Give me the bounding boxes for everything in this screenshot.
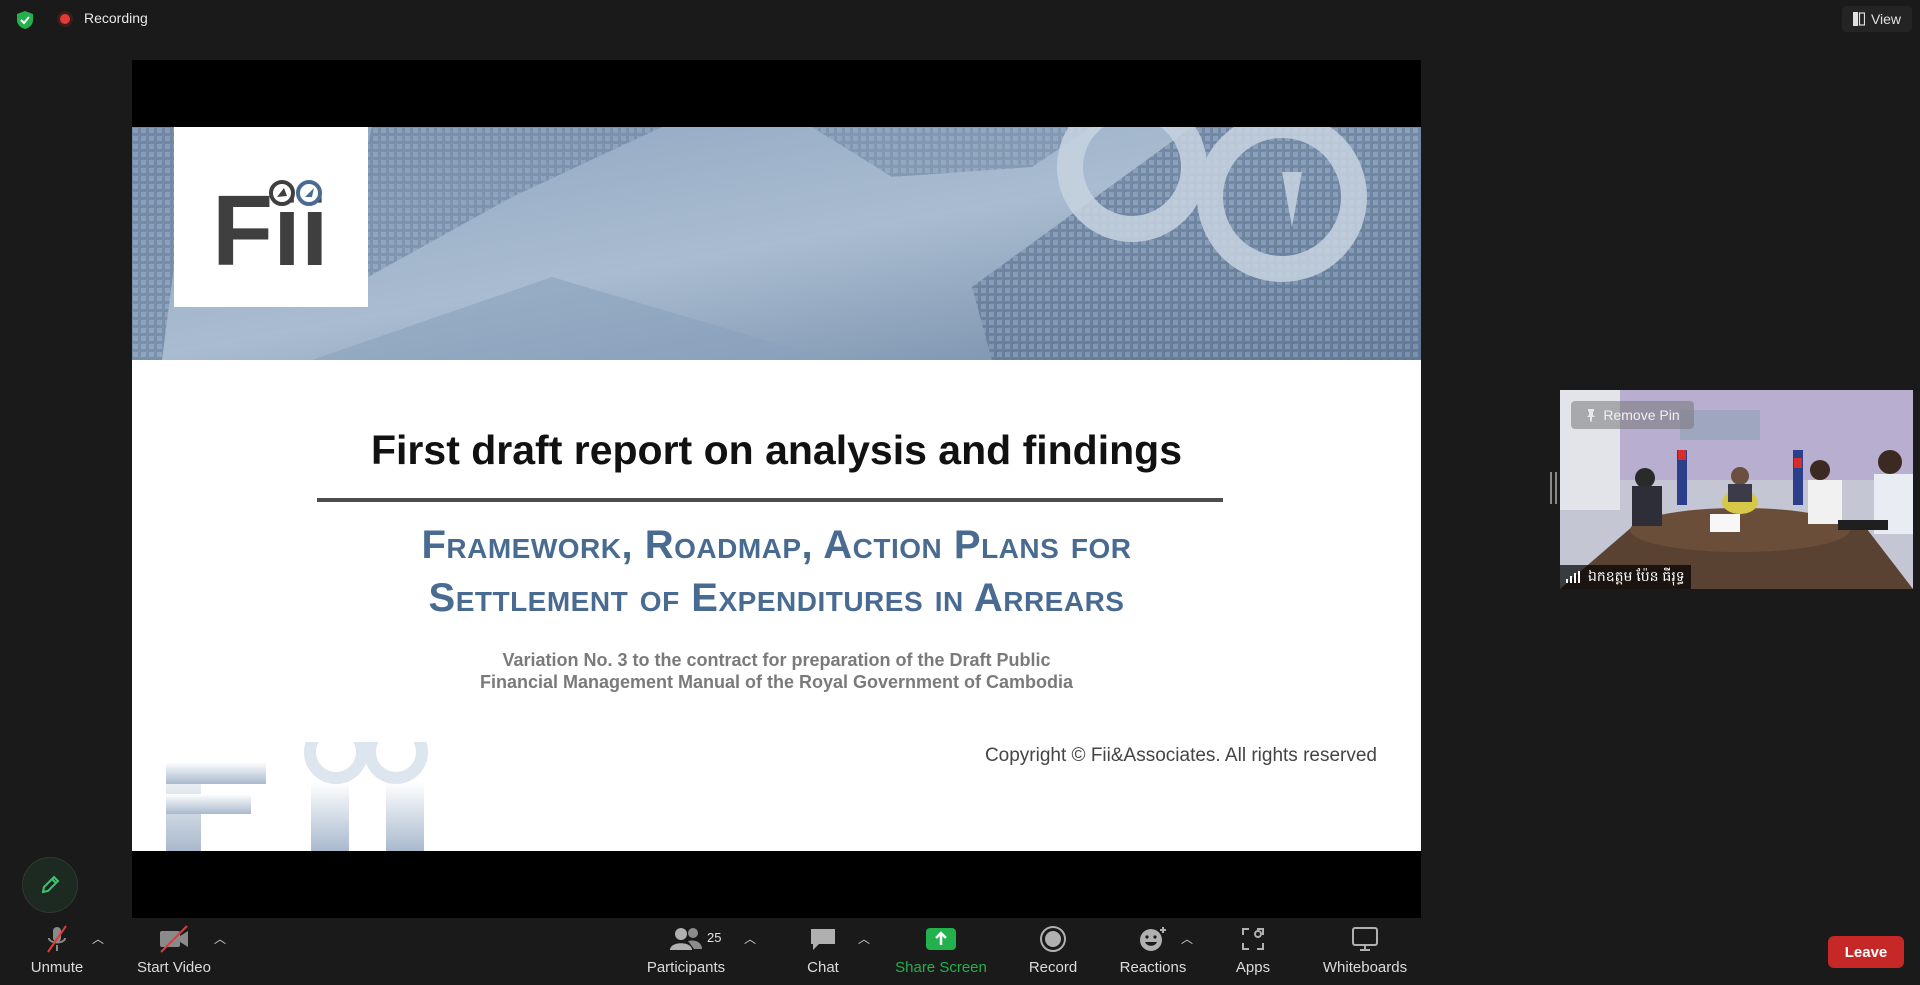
presentation-slide: Fii First draft report on analysis and f… xyxy=(132,127,1421,851)
recording-icon[interactable] xyxy=(56,10,74,28)
start-video-label: Start Video xyxy=(137,959,211,976)
pencil-icon xyxy=(41,875,60,894)
participants-options-chevron[interactable]: ︿ xyxy=(744,930,756,947)
slide-subtitle-line1: Framework, Roadmap, Action Plans for xyxy=(421,523,1132,567)
participants-label: Participants xyxy=(646,959,726,976)
title-divider xyxy=(317,498,1223,502)
share-screen-icon xyxy=(926,928,956,950)
slide-subtitle-line2: Settlement of Expenditures in Arrears xyxy=(428,576,1125,620)
signal-strength-icon xyxy=(1566,571,1580,583)
whiteboards-button[interactable]: Whiteboards xyxy=(1318,922,1412,984)
annotate-pencil-button[interactable] xyxy=(22,857,78,913)
apps-icon xyxy=(1242,928,1264,950)
record-icon xyxy=(1040,926,1066,952)
security-shield-icon[interactable] xyxy=(14,9,36,31)
reactions-smiley-icon xyxy=(1140,927,1166,951)
view-label: View xyxy=(1870,11,1902,27)
slide-copyright: Copyright © Fii&Associates. All rights r… xyxy=(984,745,1377,766)
fii-logo: Fii xyxy=(174,127,368,307)
record-label: Record xyxy=(1028,959,1078,976)
view-button[interactable]: View xyxy=(1842,6,1912,32)
participants-icon xyxy=(670,928,702,950)
apps-label: Apps xyxy=(1235,959,1271,976)
microphone-muted-icon xyxy=(47,925,67,953)
participant-name: ឯកឧត្តម ប៉ែន ធីរុទ្ធ xyxy=(1588,567,1685,584)
remove-pin-button[interactable]: Remove Pin xyxy=(1571,401,1694,429)
whiteboard-icon xyxy=(1352,927,1378,951)
share-screen-button[interactable]: Share Screen xyxy=(890,922,992,984)
share-screen-label: Share Screen xyxy=(895,959,987,976)
record-button[interactable]: Record xyxy=(1022,922,1084,984)
pin-icon xyxy=(1587,409,1596,422)
remove-pin-label: Remove Pin xyxy=(1603,407,1680,423)
tile-resize-handle[interactable] xyxy=(1550,472,1557,504)
participants-count: 25 xyxy=(707,930,722,945)
unmute-label: Unmute xyxy=(30,959,84,976)
reactions-button[interactable]: Reactions xyxy=(1116,922,1190,984)
leave-button[interactable]: Leave xyxy=(1828,936,1904,968)
slide-title: First draft report on analysis and findi… xyxy=(371,427,1182,473)
shared-screen[interactable]: Fii First draft report on analysis and f… xyxy=(132,60,1421,918)
slide-variation-line2: Financial Management Manual of the Royal… xyxy=(479,672,1074,692)
video-camera-off-icon xyxy=(160,925,188,953)
video-options-chevron[interactable]: ︿ xyxy=(214,930,226,947)
chat-label: Chat xyxy=(807,959,839,976)
audio-options-chevron[interactable]: ︿ xyxy=(92,930,104,947)
chat-button[interactable]: Chat xyxy=(795,922,851,984)
participant-name-tag: ឯកឧត្តម ប៉ែន ធីរុទ្ធ xyxy=(1560,565,1691,589)
start-video-button[interactable]: Start Video xyxy=(130,922,218,984)
chat-icon xyxy=(811,929,835,950)
recording-label: Recording xyxy=(84,10,148,26)
slide-variation-line1: Variation No. 3 to the contract for prep… xyxy=(502,650,1051,670)
apps-button[interactable]: Apps xyxy=(1230,922,1276,984)
participant-video-tile[interactable]: Remove Pin ឯកឧត្តម ប៉ែន ធីរុទ្ធ xyxy=(1560,390,1913,589)
reactions-options-chevron[interactable]: ︿ xyxy=(1181,930,1193,947)
chat-options-chevron[interactable]: ︿ xyxy=(858,930,870,947)
unmute-button[interactable]: Unmute xyxy=(22,922,92,984)
reactions-label: Reactions xyxy=(1119,959,1187,976)
slide-banner-image: Fii xyxy=(132,127,1421,360)
watermark-logo xyxy=(166,720,456,851)
view-layout-icon xyxy=(1852,12,1865,26)
whiteboards-label: Whiteboards xyxy=(1322,959,1408,976)
